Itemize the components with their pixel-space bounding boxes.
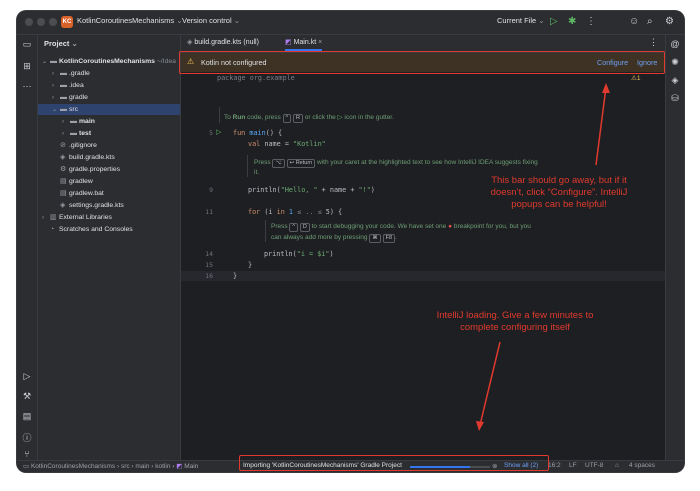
arrowhead-status xyxy=(476,421,484,431)
arrow-to-status xyxy=(479,341,501,426)
annotation-loading-note: IntelliJ loading. Give a few minutes to … xyxy=(436,310,594,333)
annotation-bar-note: This bar should go away, but if it doesn… xyxy=(490,175,628,210)
arrowhead-banner xyxy=(602,83,610,93)
arrow-to-banner xyxy=(595,86,607,166)
annotation-arrows xyxy=(476,83,610,431)
